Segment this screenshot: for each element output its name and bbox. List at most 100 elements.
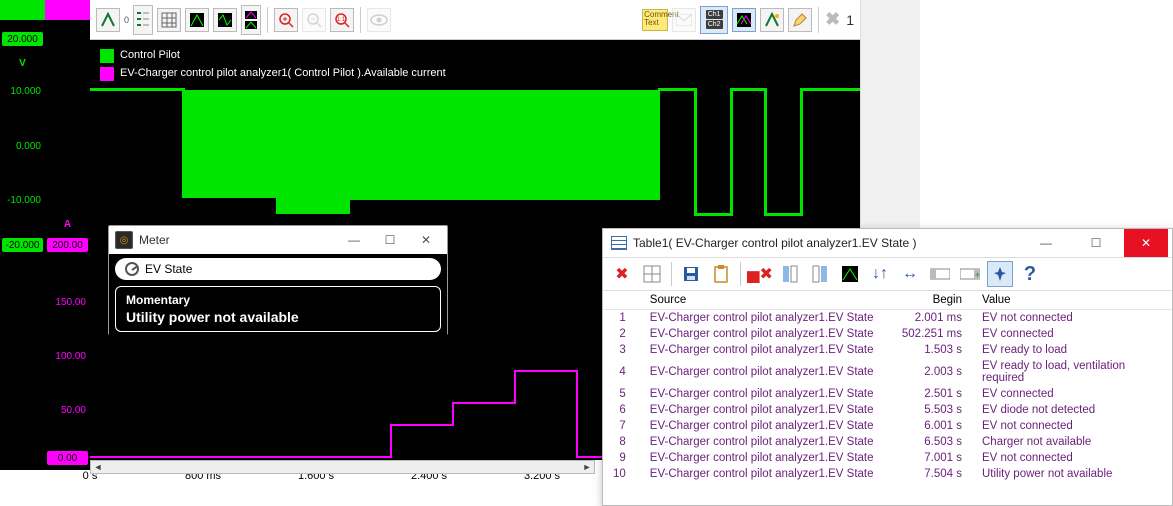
- meter-titlebar[interactable]: ◎ Meter — ☐ ✕: [109, 226, 447, 254]
- row-value: Charger not available: [972, 434, 1172, 450]
- plot-horizontal-scrollbar[interactable]: ◄ ►: [90, 460, 595, 474]
- overlay-mode-button[interactable]: [732, 8, 756, 32]
- zoom-reset-button[interactable]: 1:1: [330, 8, 354, 32]
- row-index: 10: [603, 466, 640, 482]
- col-begin[interactable]: Begin: [890, 291, 972, 310]
- row-begin: 2.001 ms: [890, 310, 972, 327]
- table-help-button[interactable]: ?: [1017, 261, 1043, 287]
- table-row[interactable]: 1EV-Charger control pilot analyzer1.EV S…: [603, 310, 1172, 327]
- table-column-right-button[interactable]: [807, 261, 833, 287]
- table-grid-button[interactable]: [639, 261, 665, 287]
- zoom-out-button[interactable]: [302, 8, 326, 32]
- table-pin-button[interactable]: [987, 261, 1013, 287]
- meter-title-text: Meter: [139, 233, 170, 247]
- table-peak-button[interactable]: [837, 261, 863, 287]
- state-table: Source Begin Value 1EV-Charger control p…: [603, 291, 1172, 482]
- row-source: EV-Charger control pilot analyzer1.EV St…: [640, 310, 890, 327]
- v-axis-max-badge: 20.000: [2, 32, 43, 46]
- table-row[interactable]: 6EV-Charger control pilot analyzer1.EV S…: [603, 402, 1172, 418]
- autoscale-x-button[interactable]: [213, 8, 237, 32]
- axis-header-voltage[interactable]: [0, 0, 45, 20]
- table-maximize-button[interactable]: ☐: [1074, 229, 1118, 257]
- comment-note-button[interactable]: Comment Text: [642, 9, 668, 31]
- meter-readout-value: Utility power not available: [126, 309, 430, 325]
- scroll-left-icon[interactable]: ◄: [91, 461, 105, 473]
- row-index: 2: [603, 326, 640, 342]
- table-row[interactable]: 10EV-Charger control pilot analyzer1.EV …: [603, 466, 1172, 482]
- table-close-button[interactable]: ✕: [1124, 229, 1168, 257]
- meter-close-button[interactable]: ✕: [411, 230, 441, 250]
- table-toolbar: ✖ ▅✖ ↓↑ ↔ + ?: [603, 257, 1172, 291]
- row-source: EV-Charger control pilot analyzer1.EV St…: [640, 450, 890, 466]
- row-source: EV-Charger control pilot analyzer1.EV St…: [640, 326, 890, 342]
- table-delete-button[interactable]: ✖: [609, 261, 635, 287]
- channel-toggle-button[interactable]: Ch1Ch2: [700, 6, 728, 34]
- row-source: EV-Charger control pilot analyzer1.EV St…: [640, 418, 890, 434]
- table-row[interactable]: 2EV-Charger control pilot analyzer1.EV S…: [603, 326, 1172, 342]
- v-axis-unit: V: [0, 58, 45, 69]
- measure-button[interactable]: [760, 8, 784, 32]
- table-layout-a-button[interactable]: [927, 261, 953, 287]
- right-gutter: [860, 0, 920, 228]
- delete-x-icon[interactable]: ✖: [825, 9, 840, 30]
- col-source[interactable]: Source: [640, 291, 890, 310]
- gauge-icon: [125, 262, 139, 276]
- meter-minimize-button[interactable]: —: [339, 230, 369, 250]
- grid-button[interactable]: [157, 8, 181, 32]
- meter-window[interactable]: ◎ Meter — ☐ ✕ EV State Momentary Utility…: [108, 225, 448, 335]
- table-row[interactable]: 5EV-Charger control pilot analyzer1.EV S…: [603, 386, 1172, 402]
- row-source: EV-Charger control pilot analyzer1.EV St…: [640, 402, 890, 418]
- table-fit-width-button[interactable]: ↔: [897, 261, 923, 287]
- axis-header-current[interactable]: [45, 0, 90, 20]
- table-row[interactable]: 4EV-Charger control pilot analyzer1.EV S…: [603, 358, 1172, 386]
- table-save-button[interactable]: [678, 261, 704, 287]
- table-clipboard-button[interactable]: [708, 261, 734, 287]
- v-axis-min-badge: -20.000: [2, 238, 43, 252]
- table-row[interactable]: 3EV-Charger control pilot analyzer1.EV S…: [603, 342, 1172, 358]
- cursor-home-button[interactable]: [96, 8, 120, 32]
- row-begin: 7.504 s: [890, 466, 972, 482]
- row-value: EV connected: [972, 386, 1172, 402]
- a-tick: 150.00: [45, 297, 90, 308]
- row-value: EV diode not detected: [972, 402, 1172, 418]
- signal-list-button[interactable]: [133, 5, 153, 35]
- row-value: EV ready to load: [972, 342, 1172, 358]
- table-titlebar[interactable]: Table1( EV-Charger control pilot analyze…: [603, 229, 1172, 257]
- row-source: EV-Charger control pilot analyzer1.EV St…: [640, 358, 890, 386]
- v-tick: -10.000: [0, 195, 45, 206]
- autoscale-y-button[interactable]: [185, 8, 209, 32]
- row-source: EV-Charger control pilot analyzer1.EV St…: [640, 466, 890, 482]
- row-index: 9: [603, 450, 640, 466]
- table-row[interactable]: 7EV-Charger control pilot analyzer1.EV S…: [603, 418, 1172, 434]
- table-row[interactable]: 9EV-Charger control pilot analyzer1.EV S…: [603, 450, 1172, 466]
- a-tick: 50.00: [45, 405, 90, 416]
- toolbar-counter: 1: [846, 12, 854, 28]
- table-clear-button[interactable]: ▅✖: [747, 261, 773, 287]
- row-begin: 1.503 s: [890, 342, 972, 358]
- meter-signal-pill[interactable]: EV State: [115, 258, 441, 280]
- zoom-in-button[interactable]: [274, 8, 298, 32]
- svg-text:+: +: [975, 270, 980, 280]
- legend-label-available-current: EV-Charger control pilot analyzer1( Cont…: [120, 67, 446, 79]
- table-app-icon: [611, 236, 627, 250]
- table-sort-button[interactable]: ↓↑: [867, 261, 893, 287]
- legend-swatch-control-pilot: [100, 49, 114, 63]
- table-window[interactable]: Table1( EV-Charger control pilot analyze…: [602, 228, 1173, 506]
- edit-pencil-button[interactable]: [788, 8, 812, 32]
- table-layout-b-button[interactable]: +: [957, 261, 983, 287]
- table-row[interactable]: 8EV-Charger control pilot analyzer1.EV S…: [603, 434, 1172, 450]
- split-view-button[interactable]: [241, 5, 261, 35]
- visibility-button[interactable]: [367, 8, 391, 32]
- col-value[interactable]: Value: [972, 291, 1172, 310]
- legend-swatch-available-current: [100, 67, 114, 81]
- scope-toolbar: 0 1:1 Comment Text Ch1Ch2 ✖ 1: [90, 0, 860, 40]
- table-column-left-button[interactable]: [777, 261, 803, 287]
- table-minimize-button[interactable]: —: [1024, 229, 1068, 257]
- row-index: 7: [603, 418, 640, 434]
- row-source: EV-Charger control pilot analyzer1.EV St…: [640, 342, 890, 358]
- scroll-right-icon[interactable]: ►: [580, 461, 594, 473]
- meter-maximize-button[interactable]: ☐: [375, 230, 405, 250]
- mail-button[interactable]: [672, 8, 696, 32]
- row-index: 4: [603, 358, 640, 386]
- v-tick: 0.000: [0, 141, 45, 152]
